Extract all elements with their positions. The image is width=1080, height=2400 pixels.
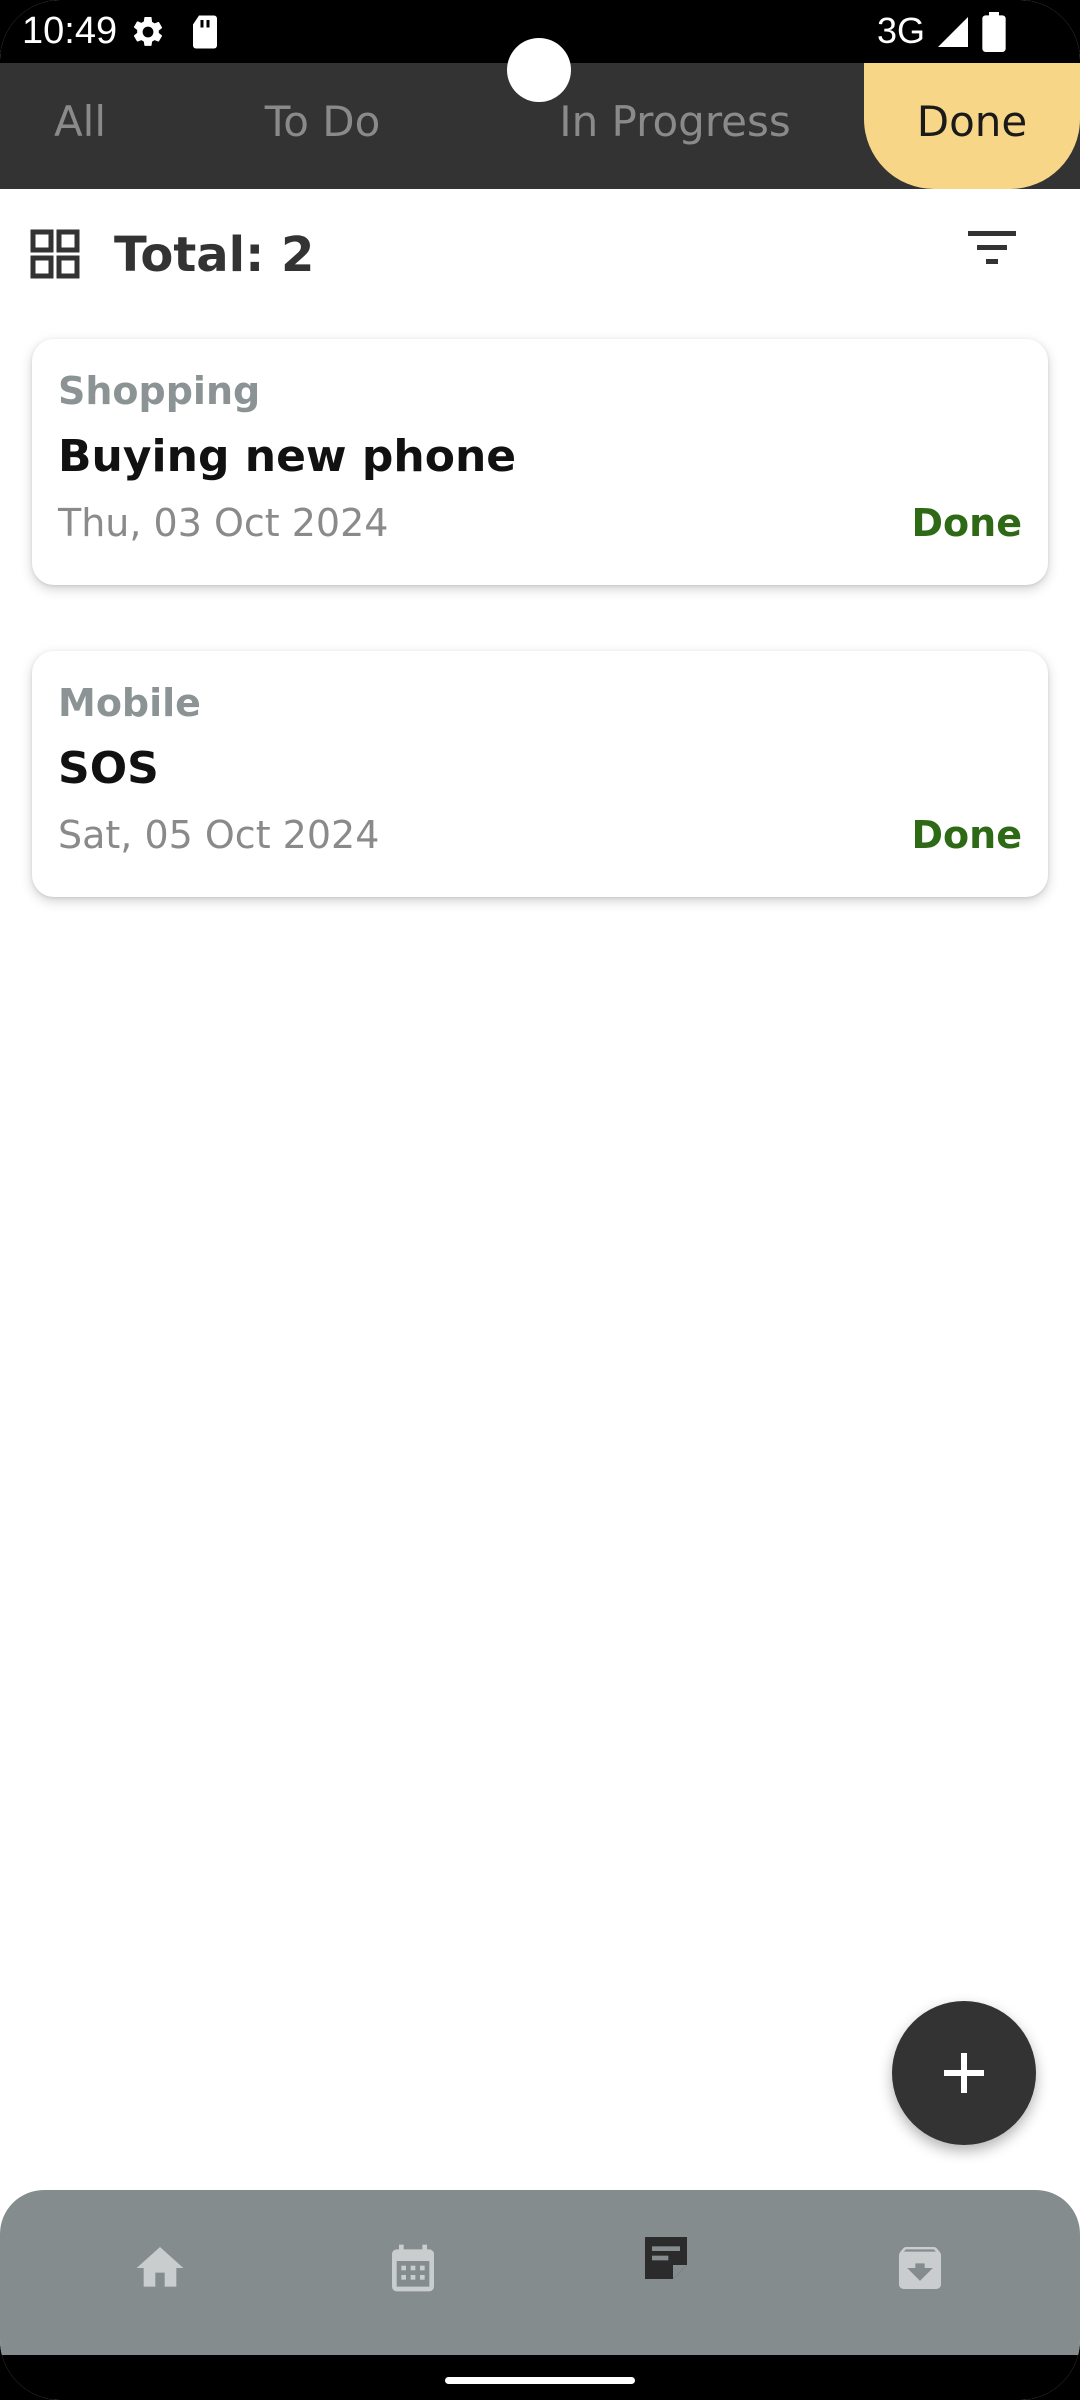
notes-icon[interactable]	[638, 2230, 694, 2286]
archive-icon[interactable]	[892, 2240, 948, 2296]
home-gesture-handle[interactable]	[445, 2377, 635, 2384]
total-count: Total: 2	[114, 227, 315, 283]
task-title: SOS	[58, 743, 159, 794]
task-date: Sat, 05 Oct 2024	[58, 813, 380, 857]
app-screen: 10:49 3G All To Do In Progress Done Tota…	[0, 0, 1080, 2400]
grid-view-icon[interactable]	[30, 229, 80, 279]
status-time: 10:49	[22, 10, 118, 52]
bottom-navigation	[0, 2190, 1080, 2355]
tab-done[interactable]: Done	[864, 63, 1080, 189]
task-title: Buying new phone	[58, 431, 517, 482]
plus-icon	[944, 2053, 984, 2093]
task-status: Done	[911, 501, 1022, 545]
tab-in-progress[interactable]: In Progress	[545, 63, 805, 189]
battery-icon	[982, 12, 1006, 52]
tab-to-do[interactable]: To Do	[235, 63, 410, 189]
signal-icon	[938, 17, 968, 47]
add-task-button[interactable]	[892, 2001, 1036, 2145]
gesture-bar-area	[0, 2355, 1080, 2400]
task-category: Mobile	[58, 681, 201, 725]
task-card[interactable]: Shopping Buying new phone Thu, 03 Oct 20…	[32, 339, 1048, 585]
filter-icon[interactable]	[966, 229, 1020, 269]
tab-all[interactable]: All	[30, 63, 130, 189]
sd-card-icon	[193, 15, 217, 49]
calendar-icon[interactable]	[385, 2240, 441, 2296]
list-header: Total: 2	[0, 189, 1080, 325]
camera-cutout	[507, 38, 571, 102]
task-card[interactable]: Mobile SOS Sat, 05 Oct 2024 Done	[32, 651, 1048, 897]
gear-icon	[133, 16, 163, 46]
task-category: Shopping	[58, 369, 261, 413]
network-type: 3G	[877, 10, 926, 51]
task-date: Thu, 03 Oct 2024	[58, 501, 389, 545]
task-status: Done	[911, 813, 1022, 857]
home-icon[interactable]	[132, 2240, 188, 2296]
